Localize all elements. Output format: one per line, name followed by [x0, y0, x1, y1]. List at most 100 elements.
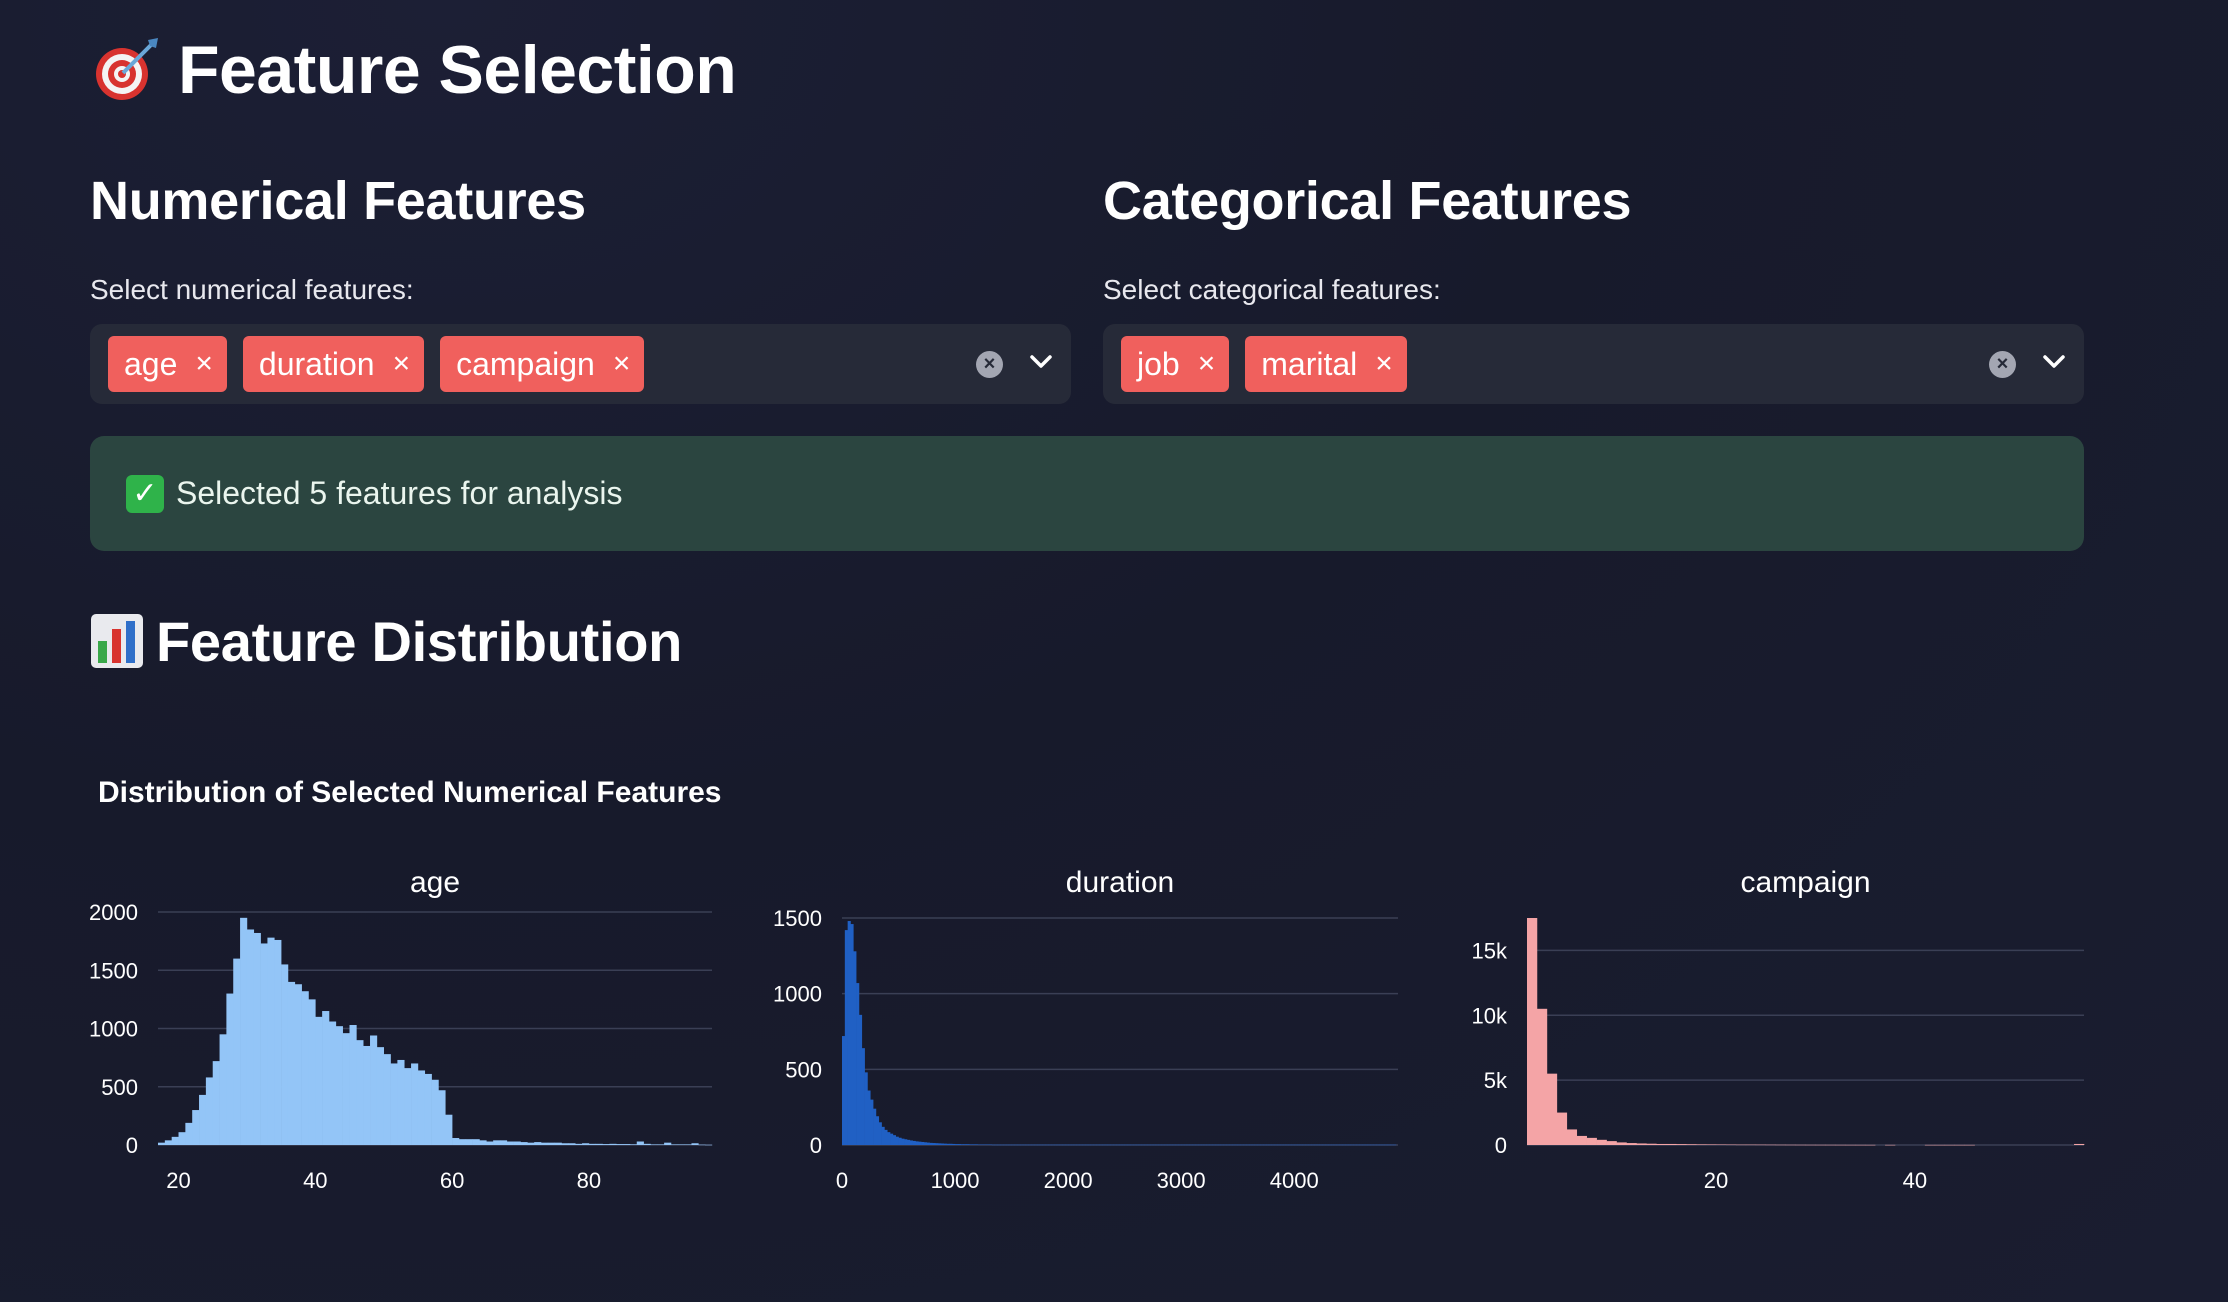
histogram-bar — [1229, 1144, 1233, 1146]
histogram-bar — [616, 1144, 624, 1145]
histogram-bar — [1706, 1144, 1717, 1145]
histogram-bar — [486, 1141, 494, 1145]
histogram-bar — [1068, 1144, 1072, 1146]
histogram-bar — [363, 1045, 371, 1145]
histogram-bar — [588, 1143, 597, 1145]
histogram-bar — [390, 1063, 398, 1145]
histogram-bar — [946, 1143, 950, 1145]
histogram-bar — [1308, 1144, 1312, 1146]
y-tick-label: 500 — [785, 1057, 822, 1082]
distribution-charts: age050010001500200020 40 60 80duration05001… — [89, 866, 2085, 1193]
histogram-bar — [1299, 1144, 1303, 1146]
histogram-bar — [861, 1048, 865, 1145]
histogram-bar — [1954, 1144, 1965, 1146]
histogram-bar — [602, 1144, 610, 1145]
histogram-bar — [904, 1139, 908, 1145]
histogram-bar — [1104, 1144, 1108, 1146]
histogram-bar — [1127, 1144, 1131, 1146]
histogram-bar — [1805, 1144, 1816, 1146]
histogram-bar — [1322, 1144, 1326, 1146]
histogram-bar — [1556, 1112, 1568, 1145]
histogram-bar — [1215, 1144, 1219, 1146]
histogram-bar — [1944, 1144, 1955, 1146]
histogram-bar — [376, 1047, 385, 1145]
histogram-bar — [969, 1144, 973, 1145]
histogram-bar — [1376, 1144, 1380, 1146]
histogram-bar — [493, 1140, 501, 1145]
histogram-bar — [1367, 1144, 1371, 1146]
histogram-bar — [1220, 1144, 1224, 1146]
histogram-bar — [1028, 1144, 1032, 1146]
histogram-bar — [1124, 1144, 1128, 1146]
histogram-bar — [1226, 1144, 1230, 1146]
histogram-bar — [431, 1079, 439, 1145]
histogram-bar — [1316, 1144, 1320, 1146]
histogram-bar — [921, 1141, 925, 1145]
histogram-bar — [1087, 1144, 1092, 1146]
histogram-bar — [1390, 1144, 1394, 1146]
histogram-bar — [1206, 1144, 1210, 1146]
histogram-bar — [1107, 1144, 1111, 1146]
histogram-bar — [1339, 1144, 1343, 1146]
histogram-bar — [887, 1132, 891, 1145]
histogram-bar — [260, 943, 268, 1145]
histogram-bar — [858, 1014, 863, 1145]
histogram-bar — [1696, 1144, 1707, 1145]
histogram-bar — [226, 993, 234, 1145]
histogram-bar — [1815, 1144, 1826, 1146]
histogram-bar — [1130, 1144, 1134, 1146]
histogram-bar — [643, 1143, 651, 1145]
histogram-bar — [1387, 1144, 1391, 1146]
histogram-bar — [1314, 1144, 1318, 1146]
histogram-bar — [867, 1090, 871, 1145]
histogram-bar — [1294, 1144, 1298, 1146]
histogram-bar — [850, 924, 854, 1145]
histogram-bar — [328, 1021, 337, 1145]
histogram-bar — [1616, 1142, 1627, 1145]
histogram-bar — [582, 1143, 590, 1145]
histogram-bar — [322, 1011, 330, 1145]
histogram-bar — [1022, 1144, 1027, 1146]
histogram-bar — [844, 930, 848, 1145]
histogram-bar — [205, 1077, 214, 1145]
histogram-bar — [1305, 1144, 1309, 1146]
histogram-bar — [1082, 1144, 1086, 1146]
histogram-bar — [1223, 1144, 1227, 1146]
histogram-bar — [164, 1140, 172, 1145]
histogram-bar — [1000, 1144, 1004, 1146]
histogram-bar — [1017, 1144, 1021, 1146]
histogram-bar — [253, 932, 261, 1145]
histogram-bar — [1364, 1144, 1369, 1146]
histogram-bar — [1090, 1144, 1094, 1146]
histogram-bar — [1183, 1144, 1188, 1146]
histogram-bar — [1370, 1144, 1374, 1146]
histogram-bar — [1656, 1143, 1667, 1145]
subplot-title: campaign — [1740, 866, 1870, 899]
histogram-bar — [2074, 1143, 2085, 1145]
histogram-bar — [932, 1143, 936, 1145]
histogram-bar — [1248, 1144, 1253, 1146]
histogram-bar — [923, 1142, 928, 1145]
x-tick-label: 0 — [836, 1168, 848, 1193]
histogram-bar — [940, 1143, 945, 1145]
y-tick-label: 1500 — [89, 958, 138, 983]
histogram-bar — [1280, 1144, 1284, 1146]
histogram-bar — [383, 1054, 391, 1145]
histogram-bar — [1546, 1073, 1558, 1145]
histogram-bar — [1152, 1144, 1157, 1146]
histogram-bar — [397, 1059, 405, 1145]
histogram-bar — [1268, 1144, 1272, 1146]
histogram-bar — [1246, 1144, 1250, 1146]
histogram-bar — [1116, 1144, 1120, 1146]
histogram-bar — [960, 1144, 964, 1145]
histogram-bar — [890, 1133, 894, 1145]
histogram-bar — [1192, 1144, 1196, 1146]
histogram-bar — [705, 1144, 713, 1146]
histogram-bar — [1765, 1144, 1776, 1146]
histogram-bar — [1319, 1144, 1323, 1146]
histogram-bar — [1031, 1144, 1035, 1146]
histogram-bar — [1265, 1144, 1270, 1146]
histogram-bar — [1646, 1143, 1657, 1145]
histogram-bar — [1034, 1144, 1038, 1146]
histogram-bar — [575, 1143, 583, 1145]
